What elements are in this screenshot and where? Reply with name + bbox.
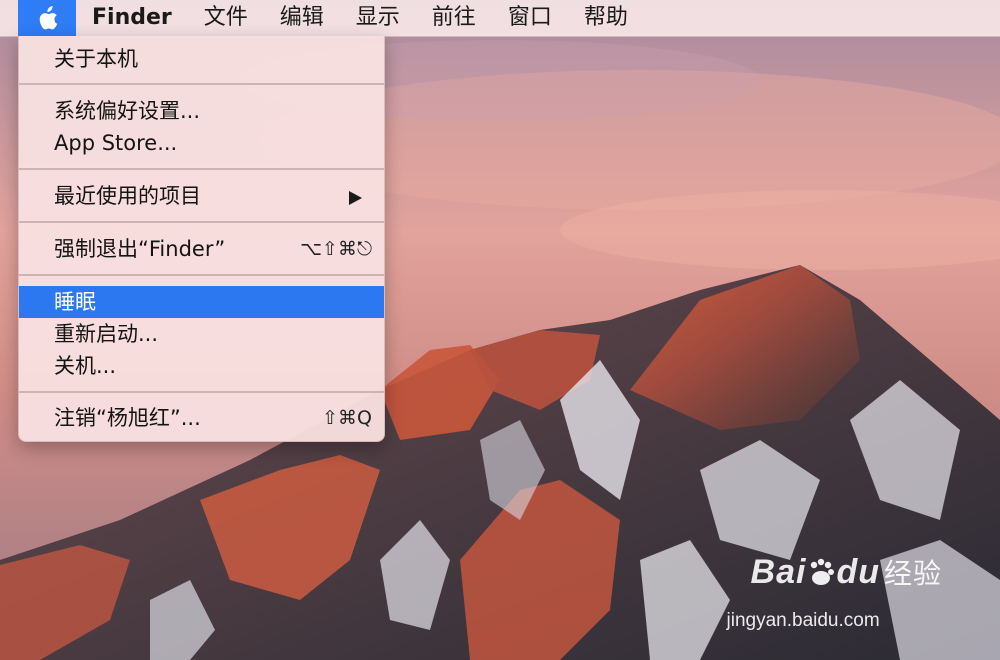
menu-item-label: 睡眠 bbox=[54, 290, 96, 314]
menu-item-sleep[interactable]: 睡眠 bbox=[19, 286, 384, 318]
menu-view[interactable]: 显示 bbox=[340, 0, 416, 36]
menu-separator bbox=[19, 83, 384, 85]
menu-go[interactable]: 前往 bbox=[416, 0, 492, 36]
baidu-logo-cn: 经验 bbox=[883, 558, 942, 589]
baidu-paw-icon bbox=[806, 557, 836, 587]
menu-item-force-quit[interactable]: 强制退出“Finder” ⌥⇧⌘⎋ bbox=[19, 233, 384, 265]
menu-item-label: 强制退出“Finder” bbox=[54, 237, 226, 261]
menu-item-label: App Store... bbox=[54, 131, 178, 155]
baidu-logo-du: du bbox=[836, 553, 880, 591]
menu-item-restart[interactable]: 重新启动... bbox=[19, 318, 384, 350]
menu-item-logout[interactable]: 注销“杨旭红”... ⇧⌘Q bbox=[19, 402, 384, 434]
menu-separator bbox=[19, 391, 384, 393]
menu-window[interactable]: 窗口 bbox=[492, 0, 568, 36]
menu-item-label: 重新启动... bbox=[54, 322, 159, 346]
baidu-logo-text: Bai bbox=[750, 553, 807, 591]
menu-item-system-preferences[interactable]: 系统偏好设置... bbox=[19, 95, 384, 127]
apple-icon bbox=[39, 5, 58, 29]
menu-item-label: 最近使用的项目 bbox=[54, 184, 201, 208]
menu-item-label: 注销“杨旭红”... bbox=[54, 406, 201, 430]
menu-bar: Finder 文件 编辑 显示 前往 窗口 帮助 bbox=[0, 0, 1000, 37]
menu-item-label: 关机... bbox=[54, 354, 117, 378]
force-quit-shortcut: ⌥⇧⌘⎋ bbox=[300, 238, 372, 260]
menu-item-app-store[interactable]: App Store... bbox=[19, 127, 384, 159]
baidu-logo: Bai du 经验 bbox=[751, 552, 942, 592]
menu-separator bbox=[19, 274, 384, 276]
menu-separator bbox=[19, 168, 384, 170]
menu-item-label: 系统偏好设置... bbox=[54, 99, 201, 123]
watermark-url: jingyan.baidu.com bbox=[726, 610, 880, 631]
apple-menu-button[interactable] bbox=[18, 0, 76, 36]
menu-item-shutdown[interactable]: 关机... bbox=[19, 350, 384, 382]
menu-edit[interactable]: 编辑 bbox=[264, 0, 340, 36]
submenu-arrow-icon bbox=[349, 191, 362, 205]
menu-help[interactable]: 帮助 bbox=[568, 0, 644, 36]
menu-file[interactable]: 文件 bbox=[188, 0, 264, 36]
menu-item-recent-items[interactable]: 最近使用的项目 bbox=[19, 180, 384, 212]
menu-item-label: 关于本机 bbox=[54, 47, 138, 71]
logout-shortcut: ⇧⌘Q bbox=[322, 407, 372, 429]
baidu-watermark: Bai du 经验 jingyan.baidu.com bbox=[727, 552, 942, 631]
menu-finder[interactable]: Finder bbox=[76, 0, 188, 36]
apple-dropdown-menu: 关于本机 系统偏好设置... App Store... 最近使用的项目 强制退出… bbox=[18, 36, 385, 442]
menu-separator bbox=[19, 221, 384, 223]
menu-item-about[interactable]: 关于本机 bbox=[19, 43, 384, 75]
